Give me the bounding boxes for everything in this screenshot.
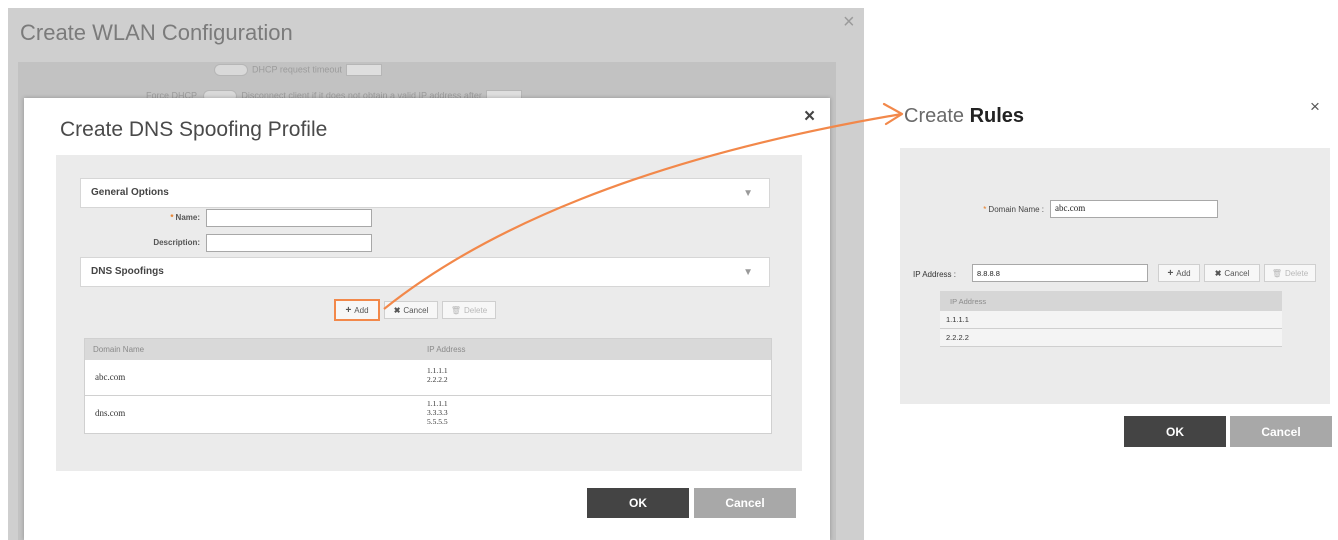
column-header-ip: IP Address	[427, 345, 466, 354]
ghost-toggle	[214, 64, 248, 76]
rules-cancel-button[interactable]: Cancel	[1230, 416, 1332, 447]
rules-form-panel: * Domain Name : abc.com IP Address : 8.8.…	[900, 148, 1330, 404]
plus-icon: +	[345, 304, 352, 316]
collapse-caret-icon[interactable]: ▼	[743, 188, 753, 199]
ip-cell: 2.2.2.2	[946, 333, 969, 342]
ghost-dhcp-timeout-row: DHCP request timeout	[214, 64, 382, 76]
domain-cell: abc.com	[95, 372, 126, 382]
rules-add-button[interactable]: + Add	[1158, 264, 1200, 282]
cross-icon: ✖	[1214, 268, 1222, 278]
column-header-domain: Domain Name	[93, 345, 145, 354]
table-row[interactable]: dns.com 1.1.1.1 3.3.3.3 5.5.5.5	[85, 396, 771, 433]
description-field[interactable]	[206, 234, 372, 252]
dns-form-panel: General Options ▼ * Name: Description: DN…	[56, 155, 802, 471]
wlan-modal-title: Create WLAN Configuration	[20, 20, 293, 45]
domain-cell: dns.com	[95, 408, 126, 418]
name-label: * Name:	[170, 213, 200, 222]
dns-close-icon[interactable]: ×	[804, 107, 815, 126]
ip-cell: 1.1.1.1	[946, 315, 969, 324]
cancel-toolbar-button[interactable]: ✖ Cancel	[384, 301, 438, 319]
general-options-label: General Options	[91, 187, 169, 198]
delete-button[interactable]: 🗑 Delete	[442, 301, 496, 319]
cross-icon: ✖	[393, 305, 401, 315]
rules-modal-title: Create Rules	[904, 105, 1025, 127]
rules-ip-table: IP Address 1.1.1.1 2.2.2.2	[940, 291, 1282, 349]
ok-button[interactable]: OK	[587, 488, 689, 518]
name-field[interactable]	[206, 209, 372, 227]
domain-name-label: * Domain Name :	[983, 205, 1044, 214]
rules-delete-button[interactable]: 🗑 Delete	[1264, 264, 1316, 282]
ip-address-label: IP Address :	[913, 270, 956, 279]
add-button[interactable]: + Add	[334, 299, 380, 321]
dns-spoofing-table: Domain Name IP Address abc.com 1.1.1.1 2…	[84, 338, 772, 434]
rules-close-icon[interactable]: ×	[1310, 98, 1320, 115]
trash-icon: 🗑	[1271, 268, 1283, 278]
rules-ok-button[interactable]: OK	[1124, 416, 1226, 447]
wlan-close-icon[interactable]: ×	[843, 12, 855, 32]
ghost-input	[345, 64, 382, 76]
cancel-button[interactable]: Cancel	[694, 488, 796, 518]
ip-cell: 1.1.1.1 3.3.3.3 5.5.5.5	[427, 399, 448, 426]
plus-icon: +	[1167, 267, 1174, 279]
trash-icon: 🗑	[450, 305, 462, 315]
description-label: Description:	[153, 238, 200, 247]
table-row[interactable]: abc.com 1.1.1.1 2.2.2.2	[85, 360, 771, 396]
table-header: IP Address	[940, 291, 1282, 311]
table-row[interactable]: 1.1.1.1	[940, 311, 1282, 329]
arrow-head	[882, 102, 904, 126]
dns-spoofing-modal: Create DNS Spoofing Profile × General Op…	[24, 98, 830, 540]
ip-cell: 1.1.1.1 2.2.2.2	[427, 366, 448, 384]
dns-modal-title: Create DNS Spoofing Profile	[60, 118, 328, 141]
dns-spoofings-label: DNS Spoofings	[91, 266, 164, 277]
collapse-caret-icon[interactable]: ▼	[743, 267, 753, 278]
rules-cancel-toolbar-button[interactable]: ✖ Cancel	[1204, 264, 1260, 282]
domain-name-field[interactable]: abc.com	[1050, 200, 1218, 218]
table-row[interactable]: 2.2.2.2	[940, 329, 1282, 347]
ip-address-field[interactable]: 8.8.8.8	[972, 264, 1148, 282]
table-header: Domain Name IP Address	[85, 339, 771, 360]
general-options-header[interactable]: General Options ▼	[80, 178, 770, 208]
dns-spoofings-header[interactable]: DNS Spoofings ▼	[80, 257, 770, 287]
column-header-ip: IP Address	[950, 297, 987, 306]
